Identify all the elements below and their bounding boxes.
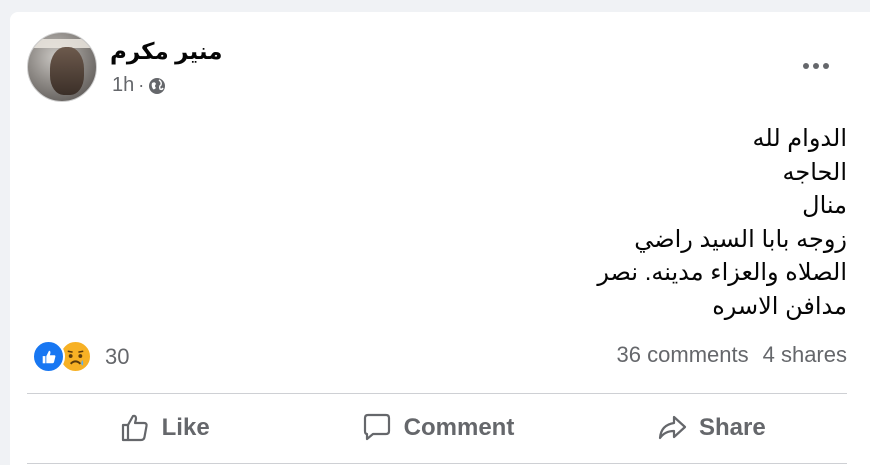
avatar-portrait <box>50 47 84 95</box>
action-bar: Like Comment Share <box>27 397 847 459</box>
post-line: الدوام لله <box>752 125 848 152</box>
post-body: الدوام لله الحاجه منال زوجه بابا السيد ر… <box>447 122 847 324</box>
divider <box>27 463 847 464</box>
comment-icon <box>363 413 390 441</box>
post-card: منير مكرم 1h · الدوام لله الحاجه منال زو… <box>10 12 870 465</box>
post-time[interactable]: 1h <box>112 74 134 97</box>
like-reaction-icon <box>32 340 65 373</box>
share-button[interactable]: Share <box>574 397 847 459</box>
reaction-count[interactable]: 30 <box>105 344 129 370</box>
comment-label: Comment <box>403 414 515 441</box>
engagement-stats: 36 comments 4 shares <box>617 342 847 368</box>
shares-count-link[interactable]: 4 shares <box>763 342 847 368</box>
more-options-icon[interactable] <box>798 54 834 78</box>
avatar[interactable] <box>27 32 97 102</box>
like-icon <box>121 414 148 442</box>
like-label: Like <box>161 414 210 441</box>
share-icon <box>658 415 687 440</box>
reactions-summary[interactable]: 30 <box>32 340 129 373</box>
post-line: مدافن الاسره <box>712 292 847 320</box>
post-line: زوجه بابا السيد راضي <box>634 225 847 253</box>
post-line: الحاجه <box>782 158 848 186</box>
post-meta: 1h · <box>112 74 166 97</box>
post-line: منال <box>802 192 847 220</box>
like-button[interactable]: Like <box>27 397 300 459</box>
divider <box>27 393 847 394</box>
comment-button[interactable]: Comment <box>300 397 573 459</box>
share-label: Share <box>698 414 766 441</box>
globe-icon[interactable] <box>148 77 166 95</box>
meta-separator: · <box>138 75 145 95</box>
post-line: الصلاه والعزاء مدينه. نصر <box>597 259 847 287</box>
comments-count-link[interactable]: 36 comments <box>617 342 749 368</box>
author-name[interactable]: منير مكرم <box>110 38 223 65</box>
